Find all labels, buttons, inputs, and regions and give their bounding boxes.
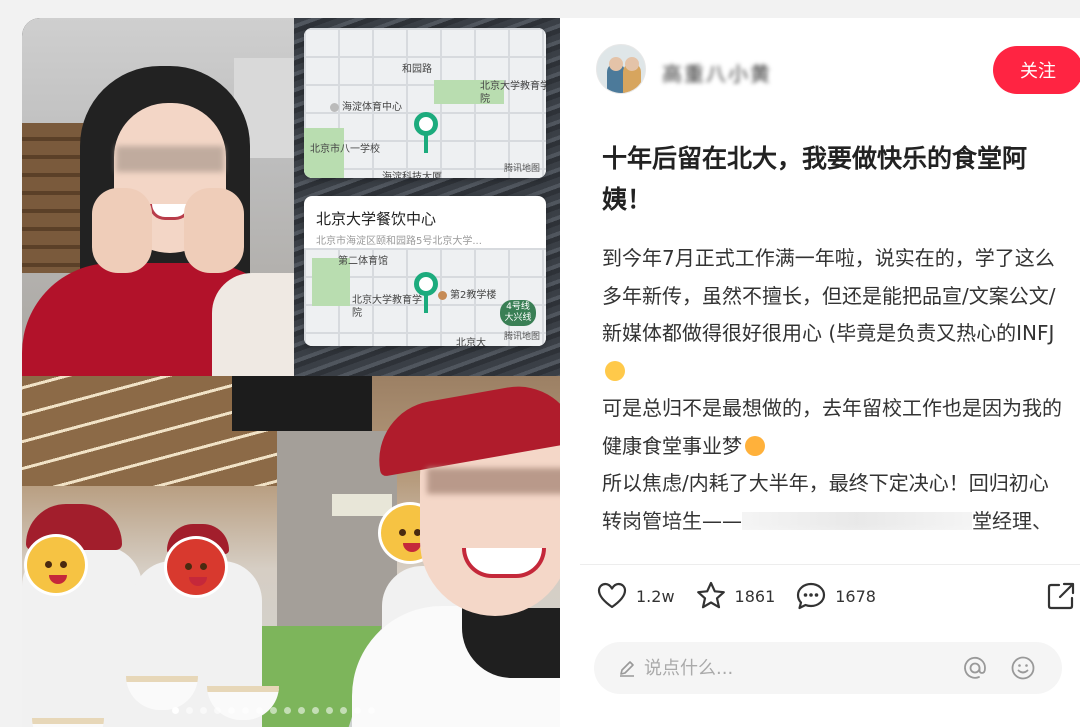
blurred-eyes xyxy=(116,146,224,172)
at-icon[interactable] xyxy=(962,655,988,681)
map-label: 海淀科技大厦 xyxy=(382,172,442,178)
pager-dot[interactable] xyxy=(228,707,235,714)
map-pin-icon xyxy=(414,112,438,153)
smile-emoji-icon xyxy=(605,360,625,381)
place-address: 北京市海淀区颐和园路5号北京大学... xyxy=(316,236,482,247)
map-label: 北京大学教育学院 xyxy=(352,295,422,319)
post-panel: 高重八小黄 关注 十年后留在北大，我要做快乐的食堂阿姨！ 到今年7月正式工作满一… xyxy=(560,18,1080,727)
pager-dot[interactable] xyxy=(312,707,319,714)
comment-input[interactable] xyxy=(644,657,944,679)
pager-dot[interactable] xyxy=(298,707,305,714)
face-sticker-icon xyxy=(164,536,228,598)
map-label: 第二体育馆 xyxy=(338,256,388,267)
star-icon xyxy=(696,581,725,609)
comment-icon xyxy=(797,582,826,610)
comment-input-bar[interactable] xyxy=(594,642,1062,694)
map-card-1[interactable]: 和园路 海淀体育中心 北京大学教育学院 北京市八一学校 海淀科技大厦 腾讯地图 xyxy=(304,28,546,178)
map-label: 北京市八一学校 xyxy=(310,144,380,155)
map-label: 和园路 xyxy=(402,64,432,75)
map-label: 第2教学楼 xyxy=(438,286,496,301)
pager-dot[interactable] xyxy=(354,707,361,714)
post-title: 十年后留在北大，我要做快乐的食堂阿姨！ xyxy=(602,144,1028,214)
pager-dot[interactable] xyxy=(340,707,347,714)
map-label: 北京大学教育学院 xyxy=(480,81,546,105)
post-content: 十年后留在北大，我要做快乐的食堂阿姨！ 到今年7月正式工作满一年啦，说实在的，学… xyxy=(602,138,1062,564)
comment-count: 1678 xyxy=(835,586,876,606)
collect-count: 1861 xyxy=(734,586,776,606)
pencil-icon xyxy=(620,661,634,677)
metro-badge: 4号线大兴线 xyxy=(500,300,536,326)
heart-icon xyxy=(597,582,627,609)
map-card-2[interactable]: 北京大学餐饮中心 北京市海淀区颐和园路5号北京大学... 第二体育馆 北京大学教… xyxy=(304,196,546,346)
map-provider: 腾讯地图 xyxy=(503,332,540,342)
pager-dot[interactable] xyxy=(186,707,193,714)
cry-emoji-icon xyxy=(745,435,765,456)
blurred-eyes xyxy=(427,468,560,494)
pager-dot[interactable] xyxy=(172,707,179,714)
map-label: 海淀体育中心 xyxy=(330,98,402,113)
selfie-photo xyxy=(22,18,294,376)
follow-button[interactable]: 关注 xyxy=(993,46,1080,94)
like-count: 1.2w xyxy=(636,586,675,606)
post-paragraph: 到今年7月正式工作满一年啦，说实在的，学了这么多年新传，虽然不擅长，但还是能把品… xyxy=(602,246,1056,345)
pager-dot[interactable] xyxy=(270,707,277,714)
pager-dot[interactable] xyxy=(200,707,207,714)
collect-button[interactable]: 1861 xyxy=(695,580,776,612)
place-name: 北京大学餐饮中心 xyxy=(316,210,437,228)
canteen-photo xyxy=(22,376,560,727)
share-icon[interactable] xyxy=(1046,581,1076,611)
pager-dot[interactable] xyxy=(242,707,249,714)
emoji-icon[interactable] xyxy=(1010,655,1036,681)
divider xyxy=(580,564,1080,565)
pager-dot[interactable] xyxy=(326,707,333,714)
engagement-bar: 1.2w 1861 1678 xyxy=(596,578,896,614)
map-pin-icon xyxy=(414,272,438,313)
map-label: 北京大 xyxy=(456,338,486,346)
like-button[interactable]: 1.2w xyxy=(596,580,675,612)
map-provider: 腾讯地图 xyxy=(503,164,540,174)
pager-dot[interactable] xyxy=(284,707,291,714)
image-pager[interactable] xyxy=(172,707,375,714)
face-sticker-icon xyxy=(24,534,88,596)
post-body: 到今年7月正式工作满一年啦，说实在的，学了这么多年新传，虽然不擅长，但还是能把品… xyxy=(602,240,1062,540)
pager-dot[interactable] xyxy=(214,707,221,714)
comment-button[interactable]: 1678 xyxy=(795,580,876,612)
pager-dot[interactable] xyxy=(368,707,375,714)
author-name[interactable]: 高重八小黄 xyxy=(662,58,772,87)
pager-dot[interactable] xyxy=(256,707,263,714)
post-paragraph: 可是总归不是最想做的，去年留校工作也是因为我的健康食堂事业梦 xyxy=(602,396,1062,458)
photo-collage[interactable]: 和园路 海淀体育中心 北京大学教育学院 北京市八一学校 海淀科技大厦 腾讯地图 … xyxy=(22,18,560,727)
avatar[interactable] xyxy=(596,44,646,94)
post-detail-window: 和园路 海淀体育中心 北京大学教育学院 北京市八一学校 海淀科技大厦 腾讯地图 … xyxy=(22,18,1080,727)
